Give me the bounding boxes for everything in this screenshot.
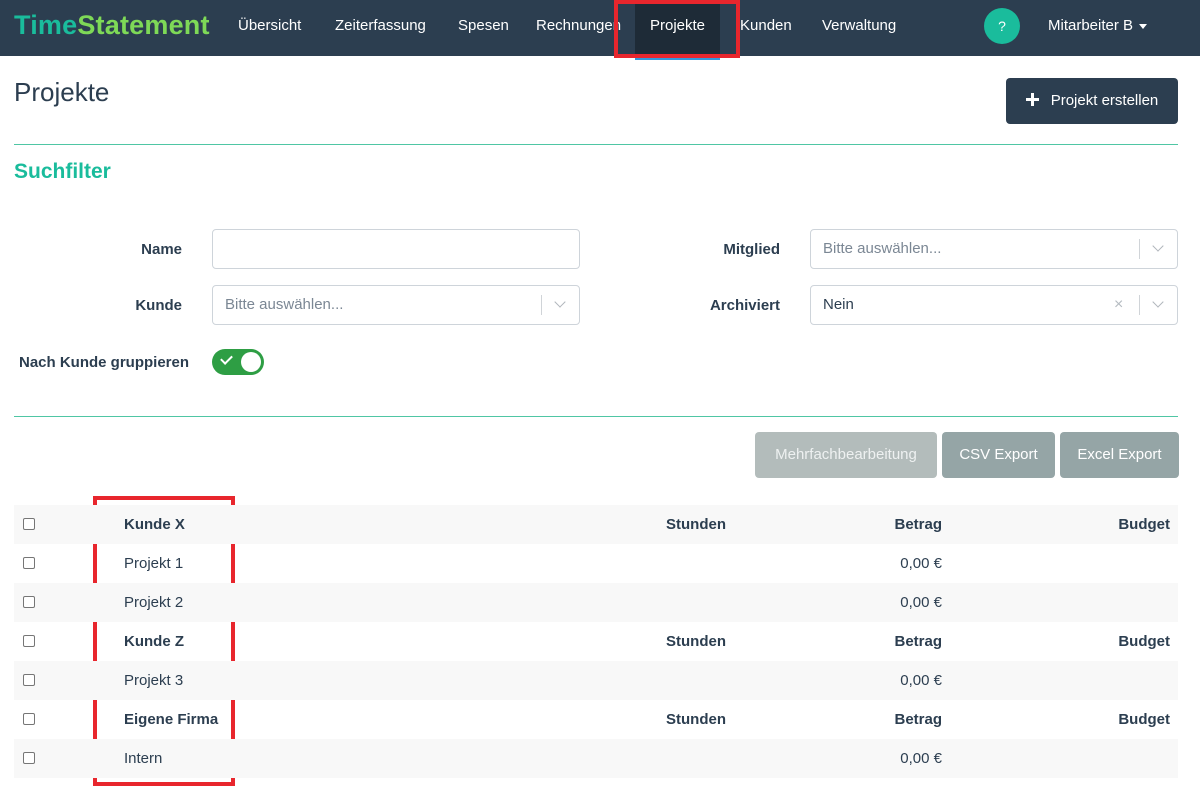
group-by-customer-label: Nach Kunde gruppieren (19, 354, 190, 371)
excel-export-button[interactable]: Excel Export (1060, 432, 1179, 478)
project-name[interactable]: Intern (124, 739, 162, 778)
create-project-label: Projekt erstellen (1050, 92, 1159, 109)
hours-header: Stunden (666, 711, 726, 728)
project-name[interactable]: Projekt 3 (124, 661, 183, 700)
member-label: Mitglied (723, 241, 780, 258)
project-amount: 0,00 € (900, 750, 942, 767)
budget-header: Budget (1118, 711, 1170, 728)
group-name: Kunde X (124, 516, 185, 533)
row-checkbox[interactable] (23, 518, 35, 530)
project-name[interactable]: Projekt 1 (124, 544, 183, 583)
project-amount: 0,00 € (900, 555, 942, 572)
toggle-knob (241, 352, 261, 372)
chevron-down-icon[interactable] (1152, 240, 1164, 252)
table-row[interactable]: Projekt 3 0,00 € (14, 661, 1178, 700)
nav-item-customers[interactable]: Kunden (740, 0, 792, 56)
nav-item-invoices[interactable]: Rechnungen (536, 0, 621, 56)
budget-header: Budget (1118, 516, 1170, 533)
bulk-edit-button[interactable]: Mehrfachbearbeitung (755, 432, 937, 478)
name-label: Name (141, 241, 182, 258)
hours-header: Stunden (666, 516, 726, 533)
table-group-row: Kunde X Stunden Betrag Budget (14, 505, 1178, 544)
csv-export-button[interactable]: CSV Export (942, 432, 1055, 478)
name-input[interactable] (212, 229, 580, 269)
plus-icon (1025, 93, 1039, 106)
top-navbar: TimeStatement Übersicht Zeiterfassung Sp… (0, 0, 1200, 60)
page-title: Projekte (14, 77, 110, 107)
select-separator (1139, 239, 1140, 259)
user-menu-label: Mitarbeiter B (1048, 17, 1134, 34)
project-amount: 0,00 € (900, 594, 942, 611)
brand-logo[interactable]: TimeStatement (14, 10, 210, 41)
budget-header: Budget (1118, 633, 1170, 650)
row-checkbox[interactable] (23, 752, 35, 764)
amount-header: Betrag (894, 711, 942, 728)
member-select[interactable]: Bitte auswählen... (810, 229, 1178, 269)
customer-select[interactable]: Bitte auswählen... (212, 285, 580, 325)
table-group-row: Eigene Firma Stunden Betrag Budget (14, 700, 1178, 739)
archived-select-value: Nein (823, 296, 854, 313)
divider-top (14, 144, 1178, 145)
nav-item-projects[interactable]: Projekte (635, 0, 721, 60)
group-name: Eigene Firma (124, 711, 219, 728)
hours-header: Stunden (666, 633, 726, 650)
project-amount: 0,00 € (900, 672, 942, 689)
brand-logo-part1: Time (14, 10, 78, 40)
customer-select-placeholder: Bitte auswählen... (225, 296, 344, 313)
check-icon (220, 352, 233, 365)
nav-item-administration[interactable]: Verwaltung (822, 0, 896, 56)
customer-label: Kunde (135, 297, 182, 314)
divider-bottom (14, 416, 1178, 417)
user-menu[interactable]: Mitarbeiter B (1048, 0, 1148, 52)
amount-header: Betrag (894, 633, 942, 650)
table-group-row: Kunde Z Stunden Betrag Budget (14, 622, 1178, 661)
archived-select[interactable]: Nein × (810, 285, 1178, 325)
nav-item-overview[interactable]: Übersicht (238, 0, 301, 56)
help-button[interactable]: ? (984, 8, 1020, 44)
row-checkbox[interactable] (23, 596, 35, 608)
chevron-down-icon[interactable] (1152, 296, 1164, 308)
clear-icon[interactable]: × (1114, 286, 1123, 324)
caret-down-icon (1139, 23, 1148, 29)
archived-label: Archiviert (709, 297, 780, 314)
select-separator (1139, 295, 1140, 315)
row-checkbox[interactable] (23, 635, 35, 647)
table-row[interactable]: Intern 0,00 € (14, 739, 1178, 778)
table-row[interactable]: Projekt 2 0,00 € (14, 583, 1178, 622)
group-by-customer-toggle[interactable] (212, 349, 264, 375)
group-name: Kunde Z (124, 633, 184, 650)
amount-header: Betrag (894, 516, 942, 533)
row-checkbox[interactable] (23, 674, 35, 686)
project-name[interactable]: Projekt 2 (124, 583, 183, 622)
brand-logo-part2: Statement (77, 10, 210, 40)
member-select-placeholder: Bitte auswählen... (823, 240, 942, 257)
chevron-down-icon[interactable] (554, 296, 566, 308)
row-checkbox[interactable] (23, 557, 35, 569)
nav-item-expenses[interactable]: Spesen (458, 0, 509, 56)
select-separator (541, 295, 542, 315)
row-checkbox[interactable] (23, 713, 35, 725)
filter-section-title: Suchfilter (14, 160, 111, 183)
create-project-button[interactable]: Projekt erstellen (1006, 78, 1178, 124)
nav-item-time-tracking[interactable]: Zeiterfassung (335, 0, 426, 56)
table-row[interactable]: Projekt 1 0,00 € (14, 544, 1178, 583)
